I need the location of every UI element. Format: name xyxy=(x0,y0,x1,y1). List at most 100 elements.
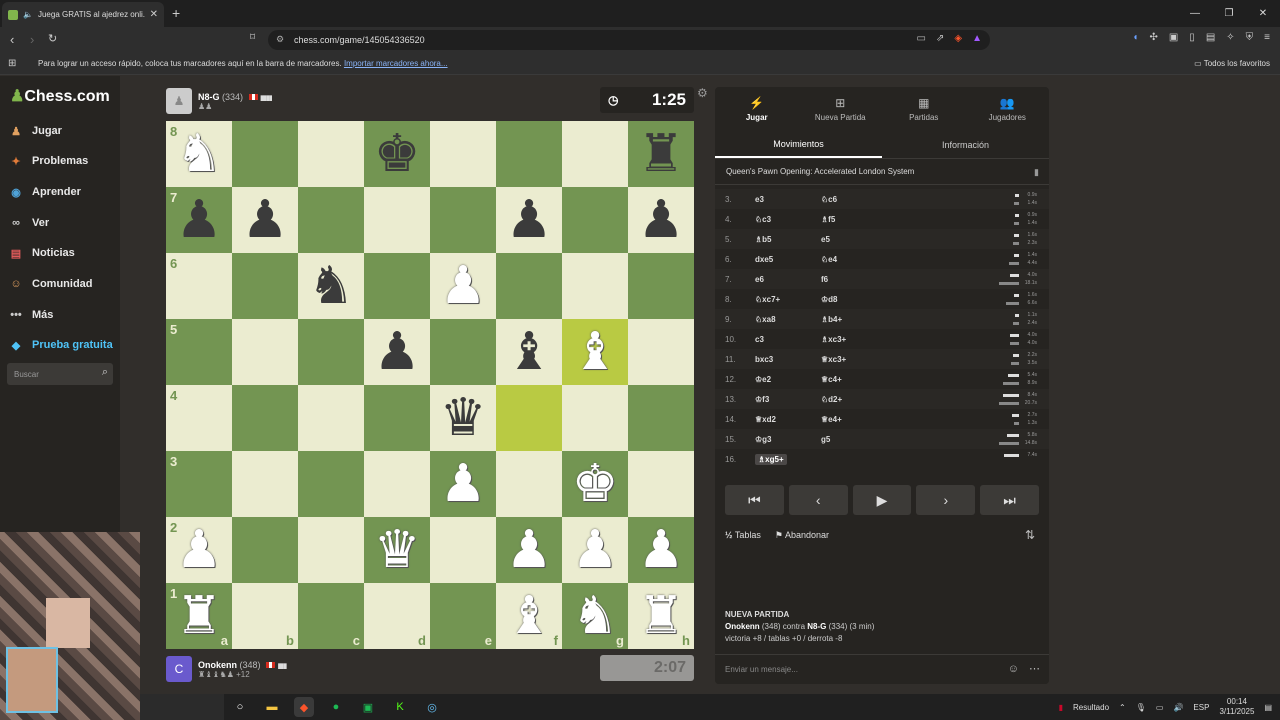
play-button[interactable]: ▶ xyxy=(852,485,912,515)
square-b4[interactable] xyxy=(232,385,298,451)
white-queen-icon[interactable]: ♛ xyxy=(374,524,421,576)
panel-tab-partidas[interactable]: ▦ Partidas xyxy=(882,87,966,130)
white-pawn-icon[interactable]: ♟ xyxy=(440,260,487,312)
square-b5[interactable] xyxy=(232,319,298,385)
install-icon[interactable]: ▭ xyxy=(917,33,926,44)
panel-tab-jugadores[interactable]: 👥 Jugadores xyxy=(966,87,1050,130)
square-c7[interactable] xyxy=(298,187,364,253)
import-bookmarks-link[interactable]: Importar marcadores ahora... xyxy=(344,59,448,68)
square-f6[interactable] xyxy=(496,253,562,319)
close-tab-icon[interactable]: ✕ xyxy=(150,9,158,20)
file-explorer-icon[interactable]: ▬ xyxy=(262,697,282,717)
square-d7[interactable] xyxy=(364,187,430,253)
new-tab-icon[interactable]: + xyxy=(172,5,180,21)
chess-board[interactable]: 8 ♞ ♚ ♜ 7 ♟ ♟ ♟ ♟ 6 ♞ ♟ 5 ♟ ♝ ♝ 4 ♛ 3 ♟ ♚ 2 ♟ ♛ ♟ ♟ ♟ 1 a ♜ b c d e f ♝ g ♞ h ♜ xyxy=(166,121,694,649)
white-knight-icon[interactable]: ♞ xyxy=(176,128,223,180)
mic-icon[interactable]: 🎙 xyxy=(1136,703,1146,712)
extensions-icon[interactable]: ✣ xyxy=(1149,32,1157,43)
cortana-icon[interactable]: ○ xyxy=(230,697,250,717)
move-list[interactable]: 3. e3 ♘c6 0.9s 1.4s 4. ♘c3 ♗f5 0.9s 1.4s 5. ♗b5 e5 1.… xyxy=(715,189,1049,469)
square-a3[interactable]: 3 xyxy=(166,451,232,517)
black-queen-icon[interactable]: ♛ xyxy=(440,392,487,444)
sidebar-item-ver[interactable]: ∞ Ver xyxy=(8,213,49,233)
square-h5[interactable] xyxy=(628,319,694,385)
white-rook-icon[interactable]: ♜ xyxy=(176,590,223,642)
black-pawn-icon[interactable]: ♟ xyxy=(242,194,289,246)
white-pawn-icon[interactable]: ♟ xyxy=(176,524,223,576)
square-c1[interactable]: c xyxy=(298,583,364,649)
white-move[interactable]: c3 xyxy=(755,335,764,344)
black-move[interactable]: ♕c4+ xyxy=(821,375,842,384)
square-h6[interactable] xyxy=(628,253,694,319)
square-d2[interactable]: ♛ xyxy=(364,517,430,583)
black-move[interactable]: ♔d8 xyxy=(821,295,838,304)
wallet-icon[interactable]: ▤ xyxy=(1206,32,1215,43)
black-move[interactable]: g5 xyxy=(821,435,830,444)
square-c2[interactable] xyxy=(298,517,364,583)
white-rook-icon[interactable]: ♜ xyxy=(638,590,685,642)
square-f7[interactable]: ♟ xyxy=(496,187,562,253)
white-king-icon[interactable]: ♚ xyxy=(572,458,619,510)
apps-icon[interactable]: ⊞ xyxy=(8,58,16,69)
white-move[interactable]: ♘xa8 xyxy=(755,315,776,324)
back-icon[interactable]: ‹ xyxy=(10,32,14,47)
browser-tab[interactable]: 🔈 Juega GRATIS al ajedrez onli... ✕ xyxy=(2,2,164,27)
square-c3[interactable] xyxy=(298,451,364,517)
first-move-button[interactable]: ⏮ xyxy=(725,485,784,515)
square-f3[interactable] xyxy=(496,451,562,517)
new-game-player-b[interactable]: N8-G xyxy=(807,622,826,631)
search-icon[interactable]: ⌕ xyxy=(102,366,108,379)
white-move[interactable]: ♔f3 xyxy=(755,395,769,404)
white-move[interactable]: ♘xc7+ xyxy=(755,295,780,304)
white-move[interactable]: ♔g3 xyxy=(755,435,772,444)
black-move[interactable]: ♘c6 xyxy=(821,195,837,204)
square-c4[interactable] xyxy=(298,385,364,451)
square-g5[interactable]: ♝ xyxy=(562,319,628,385)
square-h2[interactable]: ♟ xyxy=(628,517,694,583)
sidebar-item-prueba-gratuita[interactable]: ◆ Prueba gratuita xyxy=(8,335,113,355)
square-d1[interactable]: d xyxy=(364,583,430,649)
tray-clock[interactable]: 00:14 3/11/2025 xyxy=(1219,697,1254,717)
notifications-icon[interactable]: ▤ xyxy=(1264,703,1272,712)
new-game-player-a[interactable]: Onokenn xyxy=(725,622,760,631)
square-a6[interactable]: 6 xyxy=(166,253,232,319)
brave-browser-icon[interactable]: ◆ xyxy=(294,697,314,717)
close-window-icon[interactable]: ✕ xyxy=(1246,0,1280,27)
square-d3[interactable] xyxy=(364,451,430,517)
book-icon[interactable]: ▮ xyxy=(1034,167,1039,178)
white-move[interactable]: ♕xd2 xyxy=(755,415,776,424)
language-indicator[interactable]: ESP xyxy=(1193,703,1209,712)
square-e5[interactable] xyxy=(430,319,496,385)
square-a4[interactable]: 4 xyxy=(166,385,232,451)
white-move[interactable]: e3 xyxy=(755,195,764,204)
black-move[interactable]: ♗b4+ xyxy=(821,315,842,324)
share-icon[interactable]: ⇗ xyxy=(936,33,944,44)
square-a8[interactable]: 8 ♞ xyxy=(166,121,232,187)
steam-icon[interactable]: ◎ xyxy=(422,697,442,717)
all-favorites[interactable]: ▭ Todos los favoritos xyxy=(1194,59,1270,68)
square-b3[interactable] xyxy=(232,451,298,517)
reload-icon[interactable]: ↻ xyxy=(48,32,57,45)
top-player-avatar[interactable]: ♟ xyxy=(166,88,192,114)
square-f4[interactable] xyxy=(496,385,562,451)
kick-icon[interactable]: K xyxy=(390,697,410,717)
white-move[interactable]: ♔e2 xyxy=(755,375,771,384)
last-move-button[interactable]: ⏭ xyxy=(980,485,1039,515)
url-field[interactable]: ⚙ chess.com/game/145054336520 ▭ ⇗ ◈ ▲ xyxy=(268,30,990,50)
white-bishop-icon[interactable]: ♝ xyxy=(506,590,553,642)
square-d6[interactable] xyxy=(364,253,430,319)
split-view-icon[interactable]: ▯ xyxy=(1189,32,1195,43)
black-pawn-icon[interactable]: ♟ xyxy=(374,326,421,378)
flip-board-icon[interactable]: ⇅ xyxy=(1025,528,1035,542)
square-h8[interactable]: ♜ xyxy=(628,121,694,187)
white-pawn-icon[interactable]: ♟ xyxy=(638,524,685,576)
brave-shield-icon[interactable]: ◈ xyxy=(954,33,962,44)
square-e1[interactable]: e xyxy=(430,583,496,649)
previous-move-button[interactable]: ‹ xyxy=(788,485,848,515)
square-d5[interactable]: ♟ xyxy=(364,319,430,385)
panel-tab-nueva-partida[interactable]: ⊞ Nueva Partida xyxy=(799,87,883,130)
square-a1[interactable]: 1 a ♜ xyxy=(166,583,232,649)
chat-input[interactable]: Enviar un mensaje... ☺ ⋯ xyxy=(715,654,1049,684)
tab-informacion[interactable]: Información xyxy=(882,131,1049,158)
white-pawn-icon[interactable]: ♟ xyxy=(572,524,619,576)
